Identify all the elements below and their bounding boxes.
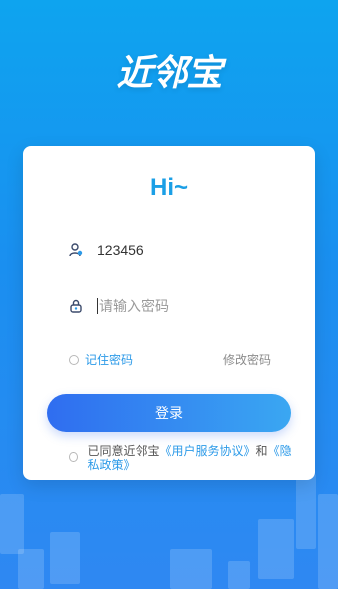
remember-password-label[interactable]: 记住密码 bbox=[85, 351, 133, 368]
remember-password-toggle[interactable]: 记住密码 bbox=[69, 351, 133, 368]
password-input[interactable] bbox=[99, 298, 279, 314]
text-caret bbox=[97, 298, 98, 314]
agreement-and: 和 bbox=[255, 444, 268, 458]
user-agreement-link[interactable]: 《用户服务协议》 bbox=[160, 444, 256, 458]
username-row bbox=[69, 242, 299, 258]
login-button[interactable]: 登录 bbox=[47, 394, 291, 432]
change-password-link[interactable]: 修改密码 bbox=[223, 351, 271, 368]
agreement-prefix: 已同意近邻宝 bbox=[87, 444, 160, 458]
password-row bbox=[69, 298, 299, 314]
app-logo: 近邻宝 bbox=[0, 44, 338, 96]
logo-text: 近邻宝 bbox=[116, 52, 222, 94]
login-card: Hi~ 记住密码 修改密码 登录 已同意近邻宝《用户服务协议》和《隐私 bbox=[23, 146, 315, 480]
agreement-radio[interactable] bbox=[69, 452, 78, 462]
remember-radio[interactable] bbox=[69, 354, 79, 365]
greeting-title: Hi~ bbox=[149, 174, 188, 201]
user-icon bbox=[69, 243, 83, 257]
username-input[interactable] bbox=[97, 242, 277, 258]
agreement-text: 已同意近邻宝《用户服务协议》和《隐私政策》 bbox=[88, 444, 293, 472]
agreement-row: 已同意近邻宝《用户服务协议》和《隐私政策》 bbox=[69, 444, 293, 472]
lock-icon bbox=[69, 299, 83, 313]
